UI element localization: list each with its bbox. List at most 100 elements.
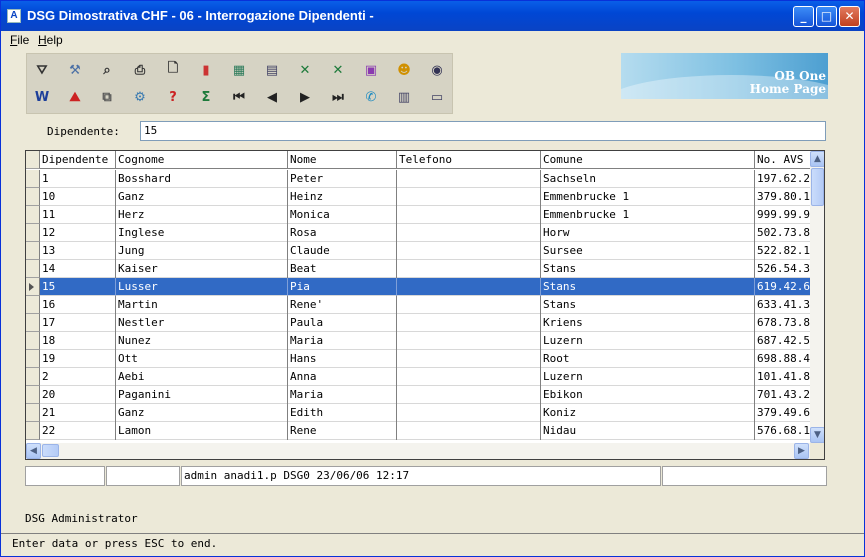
table-row[interactable]: 19 Ott Hans Root 698.88.4 [26, 350, 810, 368]
cell-nome[interactable]: Peter [288, 170, 397, 188]
table-row[interactable]: 22 Lamon Rene Nidau 576.68.1 [26, 422, 810, 440]
cell-cognome[interactable]: Ganz [116, 188, 288, 206]
cell-dipendente[interactable]: 19 [40, 350, 116, 368]
search-icon[interactable]: ⌕ [96, 59, 118, 81]
col-header-comune[interactable]: Comune [541, 151, 755, 169]
calculator-small-icon[interactable]: ▥ [393, 86, 415, 108]
cell-nome[interactable]: Pia [288, 278, 397, 296]
cell-dipendente[interactable]: 18 [40, 332, 116, 350]
cell-comune[interactable]: Kriens [541, 314, 755, 332]
cell-cognome[interactable]: Kaiser [116, 260, 288, 278]
cell-telefono[interactable] [397, 224, 541, 242]
cell-avs[interactable]: 698.88.4 [755, 350, 815, 368]
cell-comune[interactable]: Ebikon [541, 386, 755, 404]
table-row[interactable]: 16 Martin Rene' Stans 633.41.3 [26, 296, 810, 314]
cell-comune[interactable]: Stans [541, 260, 755, 278]
cell-cognome[interactable]: Ganz [116, 404, 288, 422]
home-page-banner[interactable]: OB One Home Page [621, 53, 828, 99]
menu-file[interactable]: File [10, 33, 29, 47]
filter-icon[interactable]: ⛛ [31, 59, 53, 81]
cell-dipendente[interactable]: 14 [40, 260, 116, 278]
cell-nome[interactable]: Beat [288, 260, 397, 278]
cell-avs[interactable]: 522.82.1 [755, 242, 815, 260]
row-indicator[interactable] [26, 224, 40, 242]
cell-nome[interactable]: Rene' [288, 296, 397, 314]
cell-telefono[interactable] [397, 296, 541, 314]
cell-nome[interactable]: Rosa [288, 224, 397, 242]
row-indicator[interactable] [26, 422, 40, 440]
row-indicator[interactable] [26, 368, 40, 386]
cell-cognome[interactable]: Lamon [116, 422, 288, 440]
cell-nome[interactable]: Paula [288, 314, 397, 332]
cell-comune[interactable]: Root [541, 350, 755, 368]
row-indicator[interactable] [26, 404, 40, 422]
cell-cognome[interactable]: Nunez [116, 332, 288, 350]
cell-cognome[interactable]: Ott [116, 350, 288, 368]
first-record-icon[interactable]: ⏮ [228, 86, 250, 108]
row-indicator[interactable] [26, 350, 40, 368]
cell-telefono[interactable] [397, 170, 541, 188]
table-row[interactable]: 15 Lusser Pia Stans 619.42.6 [26, 278, 810, 296]
pdf-icon[interactable]: ⛰ [64, 86, 86, 108]
cell-nome[interactable]: Monica [288, 206, 397, 224]
horizontal-scroll-thumb[interactable] [42, 444, 59, 457]
table-row[interactable]: 1 Bosshard Peter Sachseln 197.62.2 [26, 170, 810, 188]
scroll-left-button[interactable]: ◀ [26, 443, 41, 459]
cell-dipendente[interactable]: 11 [40, 206, 116, 224]
row-indicator[interactable] [26, 296, 40, 314]
cell-comune[interactable]: Sursee [541, 242, 755, 260]
row-indicator[interactable] [26, 242, 40, 260]
cell-comune[interactable]: Koniz [541, 404, 755, 422]
cell-nome[interactable]: Rene [288, 422, 397, 440]
cell-dipendente[interactable]: 22 [40, 422, 116, 440]
cell-dipendente[interactable]: 21 [40, 404, 116, 422]
row-indicator[interactable] [26, 170, 40, 188]
table-row[interactable]: 11 Herz Monica Emmenbrucke 1 999.99.9 [26, 206, 810, 224]
cell-dipendente[interactable]: 2 [40, 368, 116, 386]
cell-telefono[interactable] [397, 332, 541, 350]
cell-nome[interactable]: Maria [288, 386, 397, 404]
dipendente-input[interactable]: 15 [140, 121, 826, 141]
cell-nome[interactable]: Maria [288, 332, 397, 350]
cell-telefono[interactable] [397, 386, 541, 404]
table-row[interactable]: 21 Ganz Edith Koniz 379.49.6 [26, 404, 810, 422]
cell-avs[interactable]: 687.42.5 [755, 332, 815, 350]
cell-telefono[interactable] [397, 206, 541, 224]
cell-dipendente[interactable]: 13 [40, 242, 116, 260]
table-row[interactable]: 18 Nunez Maria Luzern 687.42.5 [26, 332, 810, 350]
print-icon[interactable]: ⎙ [129, 59, 151, 81]
cell-comune[interactable]: Sachseln [541, 170, 755, 188]
cell-avs[interactable]: 619.42.6 [755, 278, 815, 296]
cell-cognome[interactable]: Martin [116, 296, 288, 314]
row-indicator[interactable] [26, 260, 40, 278]
cell-cognome[interactable]: Herz [116, 206, 288, 224]
row-indicator[interactable] [26, 386, 40, 404]
last-record-icon[interactable]: ⏭ [327, 86, 349, 108]
cell-avs[interactable]: 701.43.2 [755, 386, 815, 404]
cell-nome[interactable]: Edith [288, 404, 397, 422]
cell-nome[interactable]: Anna [288, 368, 397, 386]
cell-comune[interactable]: Horw [541, 224, 755, 242]
cell-telefono[interactable] [397, 242, 541, 260]
cell-dipendente[interactable]: 16 [40, 296, 116, 314]
vertical-scrollbar[interactable]: ▲ ▼ [810, 151, 824, 443]
cell-cognome[interactable]: Nestler [116, 314, 288, 332]
table-row[interactable]: 17 Nestler Paula Kriens 678.73.8 [26, 314, 810, 332]
cell-cognome[interactable]: Jung [116, 242, 288, 260]
cell-comune[interactable]: Luzern [541, 368, 755, 386]
cell-telefono[interactable] [397, 314, 541, 332]
cell-dipendente[interactable]: 10 [40, 188, 116, 206]
cell-cognome[interactable]: Inglese [116, 224, 288, 242]
cell-avs[interactable]: 999.99.9 [755, 206, 815, 224]
table-row[interactable]: 10 Ganz Heinz Emmenbrucke 1 379.80.1 [26, 188, 810, 206]
cell-comune[interactable]: Stans [541, 278, 755, 296]
cell-telefono[interactable] [397, 278, 541, 296]
vertical-scroll-thumb[interactable] [811, 168, 824, 206]
table-row[interactable]: 13 Jung Claude Sursee 522.82.1 [26, 242, 810, 260]
previous-record-icon[interactable]: ◀ [261, 86, 283, 108]
row-indicator[interactable] [26, 332, 40, 350]
word-icon[interactable]: W [31, 86, 53, 108]
employee-grid[interactable]: Dipendente Cognome Nome Telefono Comune … [25, 150, 825, 460]
cell-comune[interactable]: Nidau [541, 422, 755, 440]
menu-help[interactable]: Help [38, 33, 63, 47]
